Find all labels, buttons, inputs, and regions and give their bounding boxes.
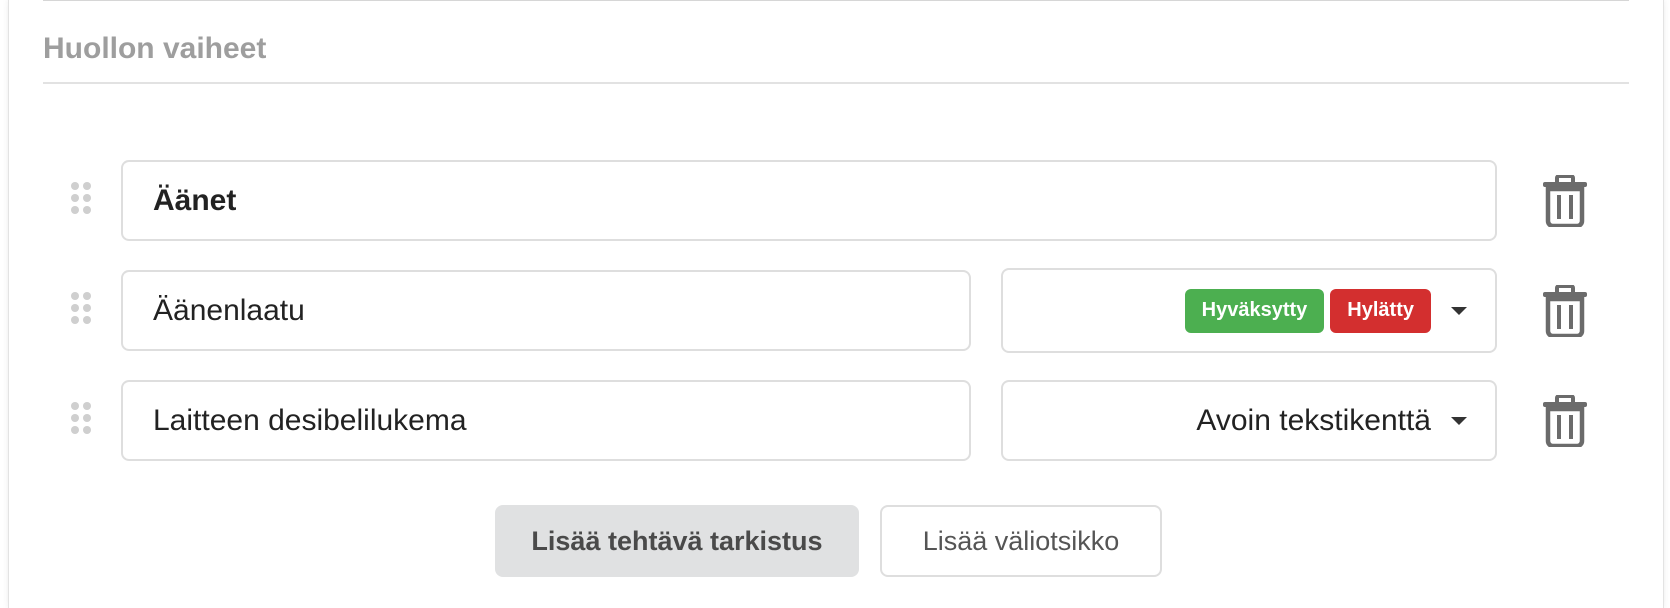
- drag-handle-icon[interactable]: [70, 400, 92, 436]
- step-name-field[interactable]: Laitteen desibelilukema: [121, 380, 971, 461]
- add-task-button[interactable]: Lisää tehtävä tarkistus: [495, 505, 859, 577]
- trash-icon[interactable]: [1542, 395, 1588, 447]
- step-name-field[interactable]: Äänenlaatu: [121, 270, 971, 351]
- chevron-down-icon: [1451, 416, 1467, 425]
- answer-type-select[interactable]: Hyväksytty Hylätty: [1001, 268, 1497, 353]
- rejected-option-chip: Hylätty: [1330, 288, 1431, 333]
- title-divider: [43, 82, 1629, 84]
- answer-type-select[interactable]: Avoin tekstikenttä: [1001, 380, 1497, 461]
- trash-icon[interactable]: [1542, 175, 1588, 227]
- drag-handle-icon[interactable]: [70, 290, 92, 326]
- trash-icon[interactable]: [1542, 285, 1588, 337]
- select-value: Avoin tekstikenttä: [1196, 403, 1431, 437]
- drag-handle-icon[interactable]: [70, 180, 92, 216]
- chevron-down-icon: [1451, 306, 1467, 315]
- section-title: Huollon vaiheet: [43, 32, 267, 65]
- approved-option-chip: Hyväksytty: [1184, 288, 1325, 333]
- add-subheading-button[interactable]: Lisää väliotsikko: [880, 505, 1162, 577]
- step-header-field[interactable]: Äänet: [121, 160, 1497, 241]
- top-divider: [43, 0, 1629, 1]
